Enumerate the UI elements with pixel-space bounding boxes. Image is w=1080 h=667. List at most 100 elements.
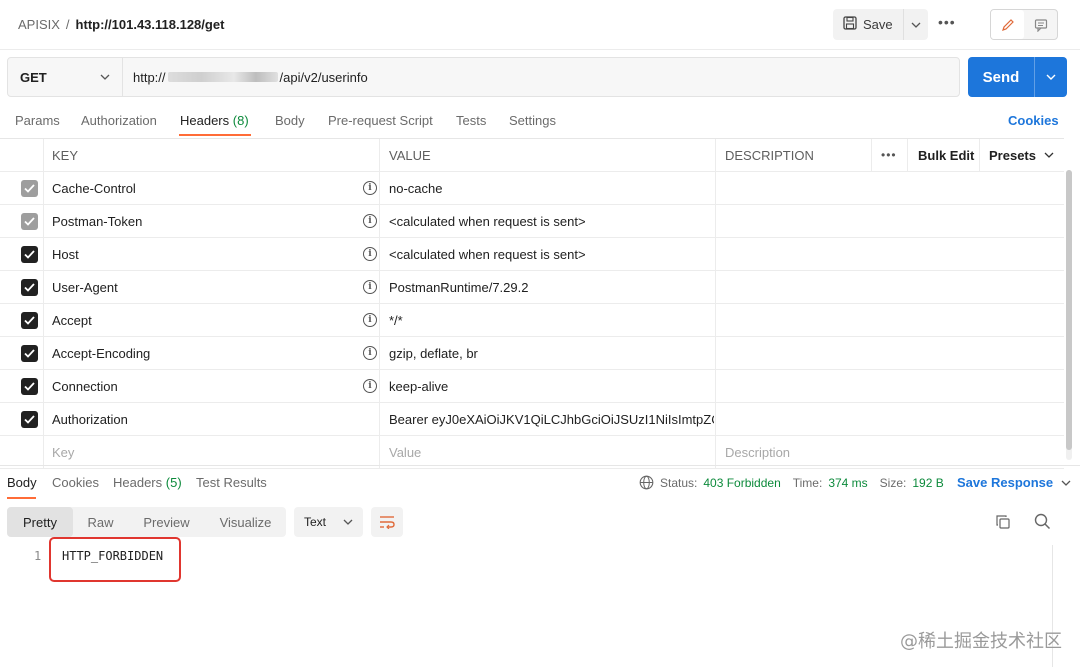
tab-prerequest-script[interactable]: Pre-request Script [328, 113, 433, 128]
chevron-down-icon [911, 22, 921, 28]
header-value[interactable]: keep-alive [389, 370, 714, 402]
header-value[interactable]: no-cache [389, 172, 714, 204]
format-pretty[interactable]: Pretty [7, 507, 73, 537]
method-select[interactable]: GET [8, 58, 123, 96]
row-checkbox[interactable] [21, 246, 38, 263]
tab-settings[interactable]: Settings [509, 113, 556, 128]
response-tab-headers[interactable]: Headers (5) [113, 475, 182, 490]
chevron-down-icon [1061, 480, 1071, 486]
wrap-lines-button[interactable] [371, 507, 403, 537]
header-key[interactable]: Host [52, 238, 362, 270]
header-key[interactable]: Accept [52, 304, 362, 336]
table-row: Postman-Token i <calculated when request… [0, 205, 1064, 238]
column-divider [907, 139, 908, 171]
table-row: Host i <calculated when request is sent> [0, 238, 1064, 271]
breadcrumb-request-name[interactable]: http://101.43.118.128/get [76, 17, 225, 32]
chevron-down-icon [100, 74, 110, 80]
status-value[interactable]: 403 Forbidden [703, 476, 780, 490]
comment-icon [1034, 18, 1047, 32]
format-visualize[interactable]: Visualize [205, 507, 286, 537]
checkmark-icon [24, 349, 35, 358]
header-value[interactable]: gzip, deflate, br [389, 337, 714, 369]
new-value-input[interactable]: Value [389, 436, 714, 468]
header-key[interactable]: User-Agent [52, 271, 362, 303]
time-value[interactable]: 374 ms [828, 476, 867, 490]
language-select-label: Text [304, 515, 327, 529]
tab-authorization[interactable]: Authorization [81, 113, 157, 128]
more-options-button[interactable]: ••• [938, 14, 956, 30]
row-checkbox[interactable] [21, 279, 38, 296]
new-key-input[interactable]: Key [52, 436, 362, 468]
headers-scrollbar[interactable] [1066, 170, 1072, 450]
column-header-key: KEY [52, 147, 79, 163]
size-value[interactable]: 192 B [912, 476, 943, 490]
header-value[interactable]: */* [389, 304, 714, 336]
edit-mode-button[interactable] [991, 10, 1024, 39]
row-checkbox[interactable] [21, 213, 38, 230]
info-icon[interactable]: i [363, 346, 377, 360]
info-icon[interactable]: i [363, 280, 377, 294]
url-input[interactable]: http:// /api/v2/userinfo [123, 58, 959, 96]
header-value[interactable]: Bearer eyJ0eXAiOiJKV1QiLCJhbGciOiJSUzI1N… [389, 403, 714, 435]
row-checkbox[interactable] [21, 312, 38, 329]
header-key[interactable]: Authorization [52, 403, 362, 435]
tab-headers[interactable]: Headers (8) [180, 113, 249, 128]
save-button[interactable]: Save [833, 9, 904, 40]
header-key[interactable]: Accept-Encoding [52, 337, 362, 369]
tab-tests[interactable]: Tests [456, 113, 486, 128]
presets-dropdown[interactable]: Presets [989, 139, 1054, 171]
bulk-edit-button[interactable]: Bulk Edit [918, 139, 974, 171]
column-divider [871, 139, 872, 171]
time-label: Time: [792, 475, 823, 490]
url-bar: GET http:// /api/v2/userinfo [7, 57, 960, 97]
breadcrumb-collection[interactable]: APISIX [18, 17, 60, 32]
response-tab-cookies[interactable]: Cookies [52, 475, 99, 490]
checkmark-icon [24, 316, 35, 325]
tab-params[interactable]: Params [15, 113, 60, 128]
copy-icon[interactable] [995, 514, 1011, 533]
documentation-mode-button[interactable] [1024, 10, 1057, 39]
header-value[interactable]: PostmanRuntime/7.29.2 [389, 271, 714, 303]
response-tab-headers-label: Headers [113, 475, 163, 490]
tab-body[interactable]: Body [275, 113, 305, 128]
new-description-input[interactable]: Description [725, 436, 1055, 468]
info-icon[interactable]: i [363, 379, 377, 393]
header-value[interactable]: <calculated when request is sent> [389, 205, 714, 237]
pencil-icon [1001, 18, 1014, 31]
info-icon[interactable]: i [363, 181, 377, 195]
breadcrumb: APISIX / http://101.43.118.128/get [18, 17, 224, 32]
info-icon[interactable]: i [363, 313, 377, 327]
table-row: User-Agent i PostmanRuntime/7.29.2 [0, 271, 1064, 304]
column-options-button[interactable]: ••• [881, 139, 897, 171]
language-select[interactable]: Text [294, 507, 363, 537]
send-button-group: Send [968, 57, 1067, 97]
redacted-host [167, 72, 278, 82]
watermark: @稀土掘金技术社区 [900, 631, 1062, 652]
response-tab-test-results[interactable]: Test Results [196, 475, 267, 490]
info-icon[interactable]: i [363, 247, 377, 261]
format-raw[interactable]: Raw [73, 507, 128, 537]
row-checkbox[interactable] [21, 180, 38, 197]
table-row: Cache-Control i no-cache [0, 172, 1064, 205]
save-icon [843, 16, 857, 33]
send-options-dropdown[interactable] [1034, 57, 1067, 97]
format-preview[interactable]: Preview [128, 507, 205, 537]
save-options-dropdown[interactable] [904, 9, 928, 40]
header-key[interactable]: Cache-Control [52, 172, 362, 204]
header-value[interactable]: <calculated when request is sent> [389, 238, 714, 270]
column-divider [715, 139, 716, 171]
column-divider [379, 139, 380, 171]
cookies-link[interactable]: Cookies [1008, 113, 1059, 128]
search-icon[interactable] [1034, 513, 1051, 533]
wrap-lines-icon [380, 516, 395, 529]
row-checkbox[interactable] [21, 378, 38, 395]
save-response-dropdown[interactable]: Save Response [957, 475, 1071, 490]
info-icon[interactable]: i [363, 214, 377, 228]
response-tab-body[interactable]: Body [7, 475, 37, 490]
header-key[interactable]: Postman-Token [52, 205, 362, 237]
send-button[interactable]: Send [968, 57, 1034, 97]
method-label: GET [20, 69, 47, 85]
header-key[interactable]: Connection [52, 370, 362, 402]
row-checkbox[interactable] [21, 345, 38, 362]
row-checkbox[interactable] [21, 411, 38, 428]
